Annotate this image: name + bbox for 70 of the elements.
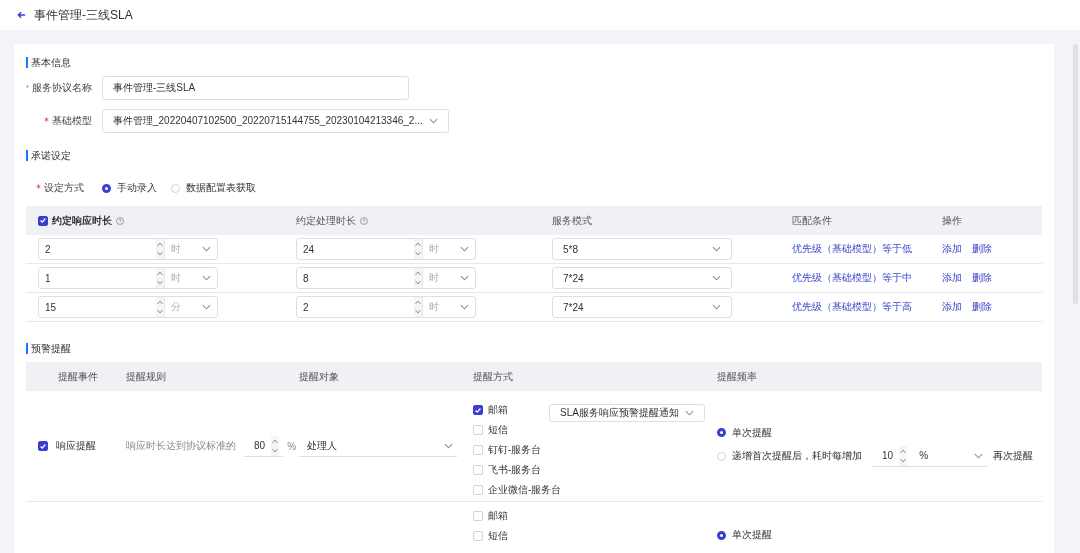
section-title: 预警提醒 <box>26 343 1042 354</box>
template-select[interactable]: SLA服务响应预警提醒通知 <box>549 404 705 422</box>
chevron-down-icon <box>428 118 438 124</box>
chevron-down-icon <box>712 246 721 252</box>
spinner-icon[interactable] <box>271 435 280 456</box>
method-label: 短信 <box>488 529 508 543</box>
radio-label: 手动录入 <box>117 181 157 195</box>
method-label: 邮箱 <box>488 509 508 523</box>
target-select[interactable]: 处理人 <box>299 435 457 457</box>
chevron-down-icon <box>444 442 453 449</box>
action-link[interactable]: 删除 <box>972 271 992 285</box>
radio-label: 数据配置表获取 <box>186 181 256 195</box>
condition-link[interactable]: 优先级（基础模型）等于中 <box>792 271 912 285</box>
radio-button[interactable] <box>717 530 726 540</box>
section-title: 承诺设定 <box>26 150 1042 161</box>
event-label: 响应提醒 <box>56 439 96 453</box>
checkbox[interactable] <box>473 405 483 415</box>
column-header: 提醒事件 <box>58 369 98 384</box>
column-header: 服务模式 <box>552 213 592 228</box>
chevron-down-icon <box>974 452 984 459</box>
condition-link[interactable]: 优先级（基础模型）等于低 <box>792 242 912 256</box>
back-arrow-icon[interactable] <box>17 11 26 19</box>
column-header: 提醒规则 <box>126 369 166 384</box>
increment-field[interactable]: 10 <box>872 445 912 467</box>
chevron-down-icon <box>712 275 721 281</box>
condition-link[interactable]: 优先级（基础模型）等于高 <box>792 300 912 314</box>
radio-label: 单次提醒 <box>732 425 772 440</box>
column-header: 操作 <box>942 213 962 228</box>
action-link[interactable]: 删除 <box>972 242 992 256</box>
column-header: 提醒频率 <box>717 369 757 384</box>
model-select[interactable]: 事件管理_20220407102500_20220715144755_20230104213346_2... <box>102 109 449 133</box>
unit-select[interactable]: % <box>911 445 988 467</box>
name-field[interactable]: 事件管理-三线SLA <box>102 76 409 100</box>
help-icon <box>360 216 368 225</box>
method-label: 企业微信-服务台 <box>488 483 562 497</box>
column-header: 约定处理时长 <box>296 213 356 228</box>
rule-text: 响应时长达到协议标准的 <box>126 439 236 453</box>
mode-select[interactable]: 7*24 <box>552 267 732 289</box>
suffix-label: 再次提醒 <box>993 449 1034 463</box>
method-label: 邮箱 <box>488 403 508 417</box>
mode-select[interactable]: 7*24 <box>552 296 732 318</box>
radio-button[interactable] <box>102 183 111 193</box>
spinner-icon[interactable] <box>899 445 908 466</box>
field-label: 基础模型 <box>52 114 92 128</box>
action-link[interactable]: 添加 <box>942 271 962 285</box>
unit-label: % <box>287 440 297 452</box>
radio-label: 递增首次提醒后，耗时每增加 <box>732 449 862 463</box>
action-link[interactable]: 添加 <box>942 300 962 314</box>
field-label: 服务协议名称 <box>32 81 92 95</box>
chevron-down-icon <box>684 410 694 416</box>
checkbox[interactable] <box>38 441 48 451</box>
column-header: 约定响应时长 <box>52 213 112 228</box>
mode-select[interactable]: 5*8 <box>552 238 732 260</box>
checkbox[interactable] <box>38 215 48 226</box>
field-label: 设定方式 <box>44 181 84 195</box>
section-title: 基本信息 <box>26 57 1042 68</box>
radio-label: 单次提醒 <box>732 528 772 542</box>
column-header: 提醒对象 <box>299 369 339 384</box>
method-label: 钉钉-服务台 <box>488 443 542 457</box>
radio-button[interactable] <box>717 428 726 437</box>
percent-field[interactable]: 80 <box>244 435 284 457</box>
method-label: 短信 <box>488 423 508 437</box>
action-link[interactable]: 删除 <box>972 300 992 314</box>
chevron-down-icon <box>712 304 721 310</box>
page-title: 事件管理-三线SLA <box>34 6 133 24</box>
help-icon <box>116 216 124 225</box>
method-label: 飞书-服务台 <box>488 463 542 477</box>
column-header: 匹配条件 <box>792 213 832 228</box>
column-header: 提醒方式 <box>473 369 513 384</box>
action-link[interactable]: 添加 <box>942 242 962 256</box>
